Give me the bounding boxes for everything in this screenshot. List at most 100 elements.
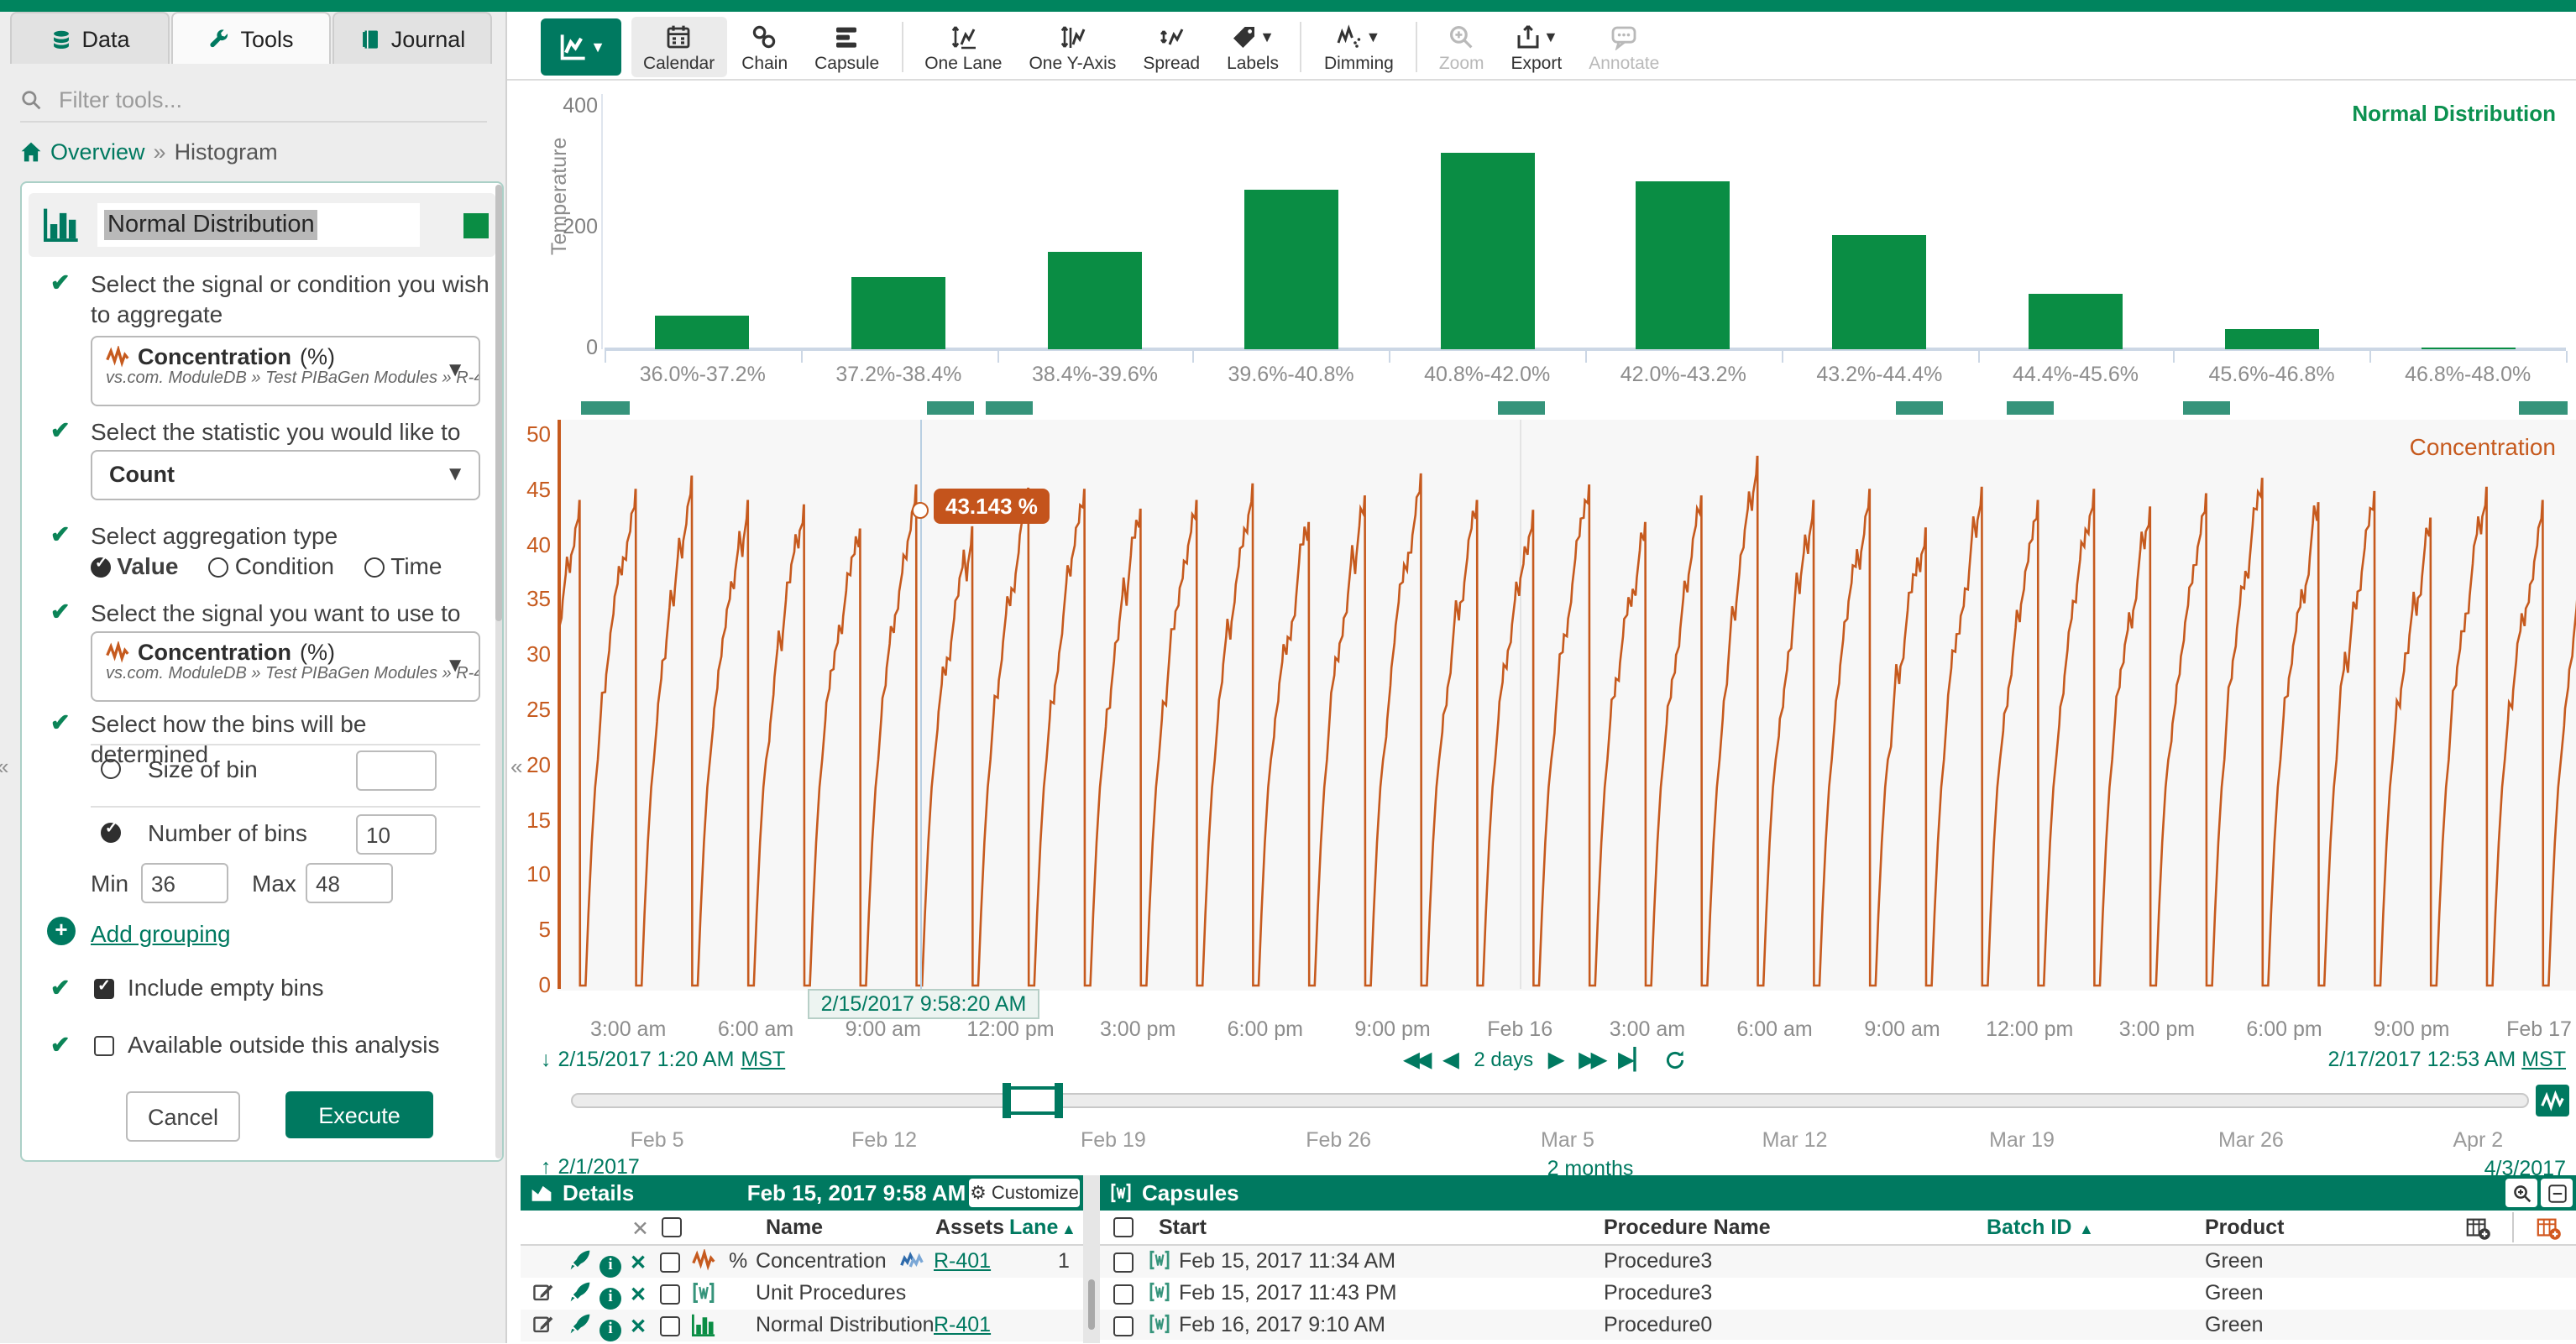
info-icon[interactable]: i bbox=[599, 1313, 621, 1341]
sidebar-scrollbar-thumb[interactable] bbox=[495, 185, 502, 621]
details-scrollbar[interactable] bbox=[1088, 1279, 1095, 1330]
details-row[interactable]: i✕Normal DistributionR-401 bbox=[521, 1310, 1083, 1341]
capsule-bar[interactable] bbox=[1498, 401, 1545, 415]
asset-link[interactable]: R-401 bbox=[934, 1249, 991, 1273]
cancel-button[interactable]: Cancel bbox=[126, 1091, 240, 1142]
column-header-start[interactable]: Start bbox=[1159, 1216, 1207, 1239]
step-forward-fast-button[interactable]: ▶▶ bbox=[1579, 1048, 1604, 1071]
display-range-handle[interactable] bbox=[1003, 1083, 1063, 1118]
histogram-bar[interactable] bbox=[1048, 251, 1142, 349]
rocket-icon[interactable] bbox=[569, 1281, 591, 1303]
max-input[interactable] bbox=[306, 863, 393, 903]
capsule-row[interactable]: Feb 17, 2017 12:01 AM bbox=[1100, 1341, 2576, 1343]
histogram-bar[interactable] bbox=[1636, 182, 1730, 349]
capsule-bar[interactable] bbox=[2520, 401, 2567, 415]
toolbar-button-one-y-axis[interactable]: One Y-Axis bbox=[1017, 17, 1128, 77]
display-range-end[interactable]: 2/17/2017 12:53 AM MST bbox=[2029, 1048, 2566, 1071]
capsule-bar[interactable] bbox=[986, 401, 1033, 415]
details-row[interactable]: i ✕ Unit Procedures bbox=[521, 1278, 1083, 1310]
row-checkbox[interactable] bbox=[660, 1313, 680, 1338]
column-header-batch-id[interactable]: Batch ID bbox=[1987, 1216, 2071, 1239]
capsule-bar[interactable] bbox=[927, 401, 974, 415]
histogram-bar[interactable] bbox=[2029, 294, 2123, 349]
aggregation-radio-time[interactable]: Time bbox=[364, 552, 442, 579]
aggregate-signal-dropdown[interactable]: Concentration(%) vs.com. ModuleDB » Test… bbox=[91, 336, 480, 406]
row-checkbox[interactable] bbox=[1113, 1249, 1134, 1274]
step-to-end-button[interactable]: ▶▏ bbox=[1619, 1048, 1650, 1071]
chart-type-button[interactable]: ▼ bbox=[541, 18, 621, 76]
toolbar-button-export[interactable]: ▼Export bbox=[1500, 17, 1574, 77]
step-back-button[interactable]: ◀ bbox=[1443, 1048, 1458, 1071]
capsule-bar[interactable] bbox=[582, 401, 629, 415]
execute-button[interactable]: Execute bbox=[285, 1091, 433, 1138]
customize-button[interactable]: ⚙Customize bbox=[969, 1179, 1080, 1207]
sidebar-tab-data[interactable]: Data bbox=[10, 12, 170, 64]
toolbar-button-dimming[interactable]: ▼Dimming bbox=[1312, 17, 1406, 77]
remove-all-icon[interactable]: ✕ bbox=[631, 1216, 649, 1241]
number-of-bins-radio[interactable] bbox=[101, 819, 121, 845]
add-grouping-link[interactable]: Add grouping bbox=[91, 920, 231, 947]
available-outside-checkbox[interactable] bbox=[94, 1033, 114, 1058]
histogram-bar[interactable] bbox=[656, 316, 750, 349]
column-header-procedure-name[interactable]: Procedure Name bbox=[1604, 1216, 1771, 1239]
histogram-bar[interactable] bbox=[1440, 153, 1534, 349]
toolbar-button-spread[interactable]: Spread bbox=[1131, 17, 1212, 77]
plus-circle-icon[interactable]: + bbox=[47, 917, 76, 945]
toolbar-button-chain[interactable]: Chain bbox=[730, 17, 799, 77]
column-header-name[interactable]: Name bbox=[766, 1216, 823, 1239]
capsule-bar[interactable] bbox=[1896, 401, 1943, 415]
histogram-bar[interactable] bbox=[2421, 347, 2515, 349]
remove-icon[interactable]: ✕ bbox=[630, 1281, 647, 1306]
details-row[interactable]: i✕%ConcentrationR-4011 bbox=[521, 1246, 1083, 1278]
bins-signal-dropdown[interactable]: Concentration(%) vs.com. ModuleDB » Test… bbox=[91, 631, 480, 702]
histogram-bar[interactable] bbox=[851, 277, 945, 349]
breadcrumb-overview[interactable]: Overview bbox=[50, 139, 145, 164]
column-header-product[interactable]: Product bbox=[2205, 1216, 2284, 1239]
row-checkbox[interactable] bbox=[1113, 1312, 1134, 1337]
histogram-bar[interactable] bbox=[1832, 234, 1926, 349]
asset-link[interactable]: R-401 bbox=[934, 1313, 991, 1336]
color-swatch[interactable] bbox=[463, 213, 489, 238]
asset-swap-icon[interactable] bbox=[900, 1249, 924, 1273]
info-icon[interactable]: i bbox=[599, 1281, 621, 1310]
home-icon[interactable] bbox=[20, 140, 42, 162]
capsule-bar[interactable] bbox=[2182, 401, 2229, 415]
add-column-icon[interactable] bbox=[2465, 1216, 2490, 1241]
remove-icon[interactable]: ✕ bbox=[630, 1249, 647, 1274]
select-all-checkbox[interactable] bbox=[1113, 1216, 1134, 1239]
capsule-bar[interactable] bbox=[2007, 401, 2054, 415]
min-input[interactable] bbox=[141, 863, 228, 903]
step-back-fast-button[interactable]: ◀◀ bbox=[1404, 1048, 1428, 1071]
display-range-start[interactable]: ↓ 2/15/2017 1:20 AM MST bbox=[541, 1048, 785, 1071]
step-forward-button[interactable]: ▶ bbox=[1548, 1048, 1563, 1071]
add-stats-column-icon[interactable] bbox=[2536, 1216, 2561, 1241]
size-of-bin-input[interactable] bbox=[356, 750, 437, 791]
toolbar-button-calendar[interactable]: Calendar bbox=[631, 17, 726, 77]
edit-icon[interactable] bbox=[532, 1313, 554, 1335]
toolbar-button-one-lane[interactable]: One Lane bbox=[913, 17, 1013, 77]
remove-icon[interactable]: ✕ bbox=[630, 1313, 647, 1338]
collapse-panel-button[interactable] bbox=[2541, 1179, 2573, 1207]
investigate-range-track[interactable] bbox=[571, 1093, 2529, 1108]
rocket-icon[interactable] bbox=[569, 1313, 591, 1335]
histogram-legend[interactable]: Normal Distribution bbox=[2049, 101, 2556, 126]
item-name[interactable]: Unit Procedures bbox=[756, 1281, 906, 1305]
size-of-bin-radio[interactable] bbox=[101, 756, 121, 781]
statistic-dropdown[interactable]: Count ▼ bbox=[91, 450, 480, 500]
aggregation-radio-condition[interactable]: Condition bbox=[208, 552, 334, 579]
zoom-to-capsule-button[interactable] bbox=[2505, 1179, 2537, 1207]
tool-name-input[interactable]: Normal Distribution bbox=[97, 203, 420, 247]
item-name[interactable]: Concentration bbox=[756, 1249, 887, 1273]
collapse-left-icon[interactable]: « bbox=[0, 754, 8, 779]
capsule-row[interactable]: Feb 16, 2017 9:10 AMProcedure0Green bbox=[1100, 1309, 2576, 1341]
aggregation-radio-value[interactable]: Value bbox=[91, 552, 178, 579]
toolbar-button-capsule[interactable]: Capsule bbox=[803, 17, 891, 77]
row-checkbox[interactable] bbox=[660, 1281, 680, 1306]
toolbar-button-labels[interactable]: ▼Labels bbox=[1215, 17, 1291, 77]
capsule-row[interactable]: Feb 15, 2017 11:34 AMProcedure3Green bbox=[1100, 1246, 2576, 1278]
trend-legend[interactable]: Concentration bbox=[2099, 433, 2556, 460]
histogram-bar[interactable] bbox=[1244, 189, 1338, 349]
sidebar-tab-tools[interactable]: Tools bbox=[171, 12, 331, 64]
histogram-bar[interactable] bbox=[2225, 329, 2319, 349]
select-all-checkbox[interactable] bbox=[662, 1216, 682, 1239]
